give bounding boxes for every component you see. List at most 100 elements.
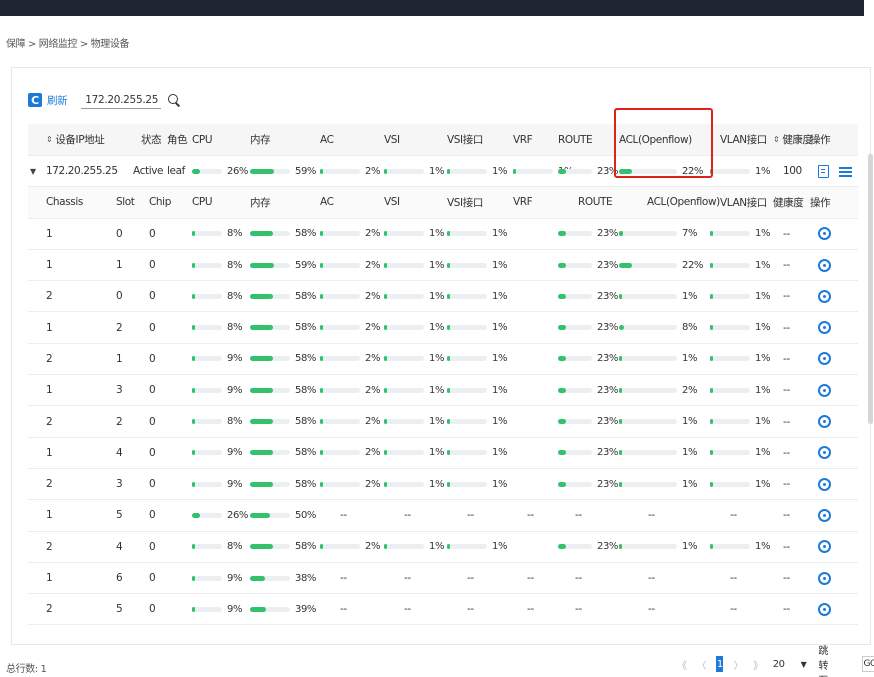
table-row: 1 3 0 9% 58% 2% 1% 1% 23% 2% 1% -- [28,375,858,407]
health-text: -- [783,572,790,584]
search-input[interactable] [81,91,162,109]
route-bar-fill [558,387,566,393]
slot-text: 0 [116,227,123,240]
vsi: 1% [384,375,444,405]
vsi-bar-fill [384,356,387,362]
gear-icon[interactable] [818,321,831,335]
slot-text: 1 [116,352,123,365]
gear-icon[interactable] [818,352,831,366]
prev-page-icon[interactable]: 〈 [697,657,707,672]
vlan-bar [710,293,750,299]
mem-bar-fill [250,387,273,393]
device-row[interactable]: ▼ 172.20.255.25 Activeleaf 26% 59% 2% 1% 1% 1% 23… [28,156,858,188]
refresh-label: 刷新 [47,94,68,107]
header-13: 操作 [810,124,831,155]
device-route-percent: 23% [597,165,619,177]
header-8: VRF [513,124,533,155]
acl-bar [619,293,677,299]
vrf: -- [527,594,534,624]
sub-header-label: ACL(Openflow) [647,196,720,209]
route-bar-fill [558,293,566,299]
sort-icon[interactable]: ⇕ [46,135,53,144]
first-page-icon[interactable]: 《 [677,657,687,672]
acl: 2% [619,375,697,405]
gear-icon[interactable] [818,571,831,585]
header-label: AC [320,133,334,146]
vlan-bar-fill [710,450,713,456]
chassis: 1 [46,250,53,280]
settings-sliders-icon[interactable] [839,165,852,177]
vsi-bar [384,356,424,362]
chip: 0 [149,532,156,562]
device-vsi-bar-fill [384,168,387,174]
vsi: 1% [384,344,444,374]
search-icon[interactable] [167,93,181,107]
vlan: 1% [710,532,770,562]
chevron-down-icon[interactable]: ▼ [801,660,807,669]
vsi-bar [384,387,424,393]
gear-icon[interactable] [818,415,831,429]
cpu: 8% [192,250,242,280]
mem-bar [250,262,290,268]
route-bar [558,293,592,299]
chip: 0 [149,281,156,311]
refresh-button[interactable]: C 刷新 [28,93,68,108]
chip-text: 0 [149,478,156,491]
cpu-bar-fill [192,450,195,456]
header-0[interactable]: ⇕ 设备IP地址 [46,124,105,155]
details-icon[interactable] [818,164,829,178]
chip: 0 [149,312,156,342]
vsi-bar [384,262,424,268]
mem-bar [250,575,290,581]
vlan-percent: 1% [755,447,771,459]
health: -- [783,469,790,499]
table-row: 1 0 0 8% 58% 2% 1% 1% 23% 7% 1% -- [28,219,858,250]
gear-icon[interactable] [818,602,831,616]
cpu-percent: 8% [227,541,243,553]
row-actions [818,594,831,624]
health-text: -- [783,321,790,334]
gear-icon[interactable] [818,508,831,522]
mem-percent: 58% [295,353,317,365]
sub-header-10: ACL(Openflow) [647,187,720,217]
chassis-text: 2 [46,540,53,553]
vsiif-empty: -- [467,509,474,522]
acl-bar-fill [619,293,622,299]
page-size-select[interactable]: 20 [773,659,785,670]
caret-down-icon[interactable]: ▼ [30,167,36,176]
current-page[interactable]: 1 [716,656,724,672]
device-cpu-percent: 26% [227,165,249,177]
vlan: 1% [710,469,770,499]
vertical-scrollbar[interactable] [868,154,873,424]
last-page-icon[interactable]: 》 [753,657,763,672]
header-5: AC [320,124,334,155]
gear-icon[interactable] [818,289,831,303]
sort-icon[interactable]: ⇕ [773,135,780,144]
health: -- [783,594,790,624]
chassis: 2 [46,281,53,311]
sub-header-6: VSI [384,187,400,217]
next-page-icon[interactable]: 〉 [733,657,743,672]
go-button[interactable]: GO [862,656,874,672]
ac: 2% [320,375,380,405]
chip-text: 0 [149,540,156,553]
gear-icon[interactable] [818,477,831,491]
header-12[interactable]: ⇕ 健康度 [773,124,813,155]
acl-bar [619,356,677,362]
vlan: -- [730,500,737,530]
chip-text: 0 [149,290,156,303]
cpu-bar-fill [192,512,200,518]
row-actions [818,532,831,562]
gear-icon[interactable] [818,227,831,241]
device-health-text: 100 [783,165,802,178]
device-vsiif-bar [447,168,487,174]
gear-icon[interactable] [818,446,831,460]
vrf-empty: -- [527,572,534,584]
ac: 2% [320,219,380,249]
device-vsiif-bar-fill [447,168,450,174]
gear-icon[interactable] [818,383,831,397]
vrf: -- [527,563,534,593]
gear-icon[interactable] [818,540,831,554]
expand-toggle[interactable]: ▼ [30,156,36,186]
gear-icon[interactable] [818,258,831,272]
